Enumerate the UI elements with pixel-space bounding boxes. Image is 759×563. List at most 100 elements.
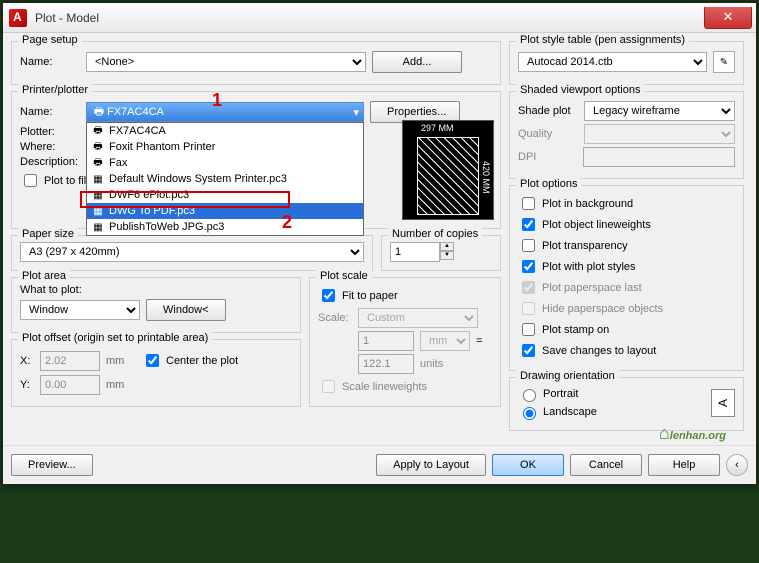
plot-to-file-checkbox[interactable]: [24, 174, 37, 187]
fit-to-paper-checkbox[interactable]: [322, 289, 335, 302]
plot-style-select[interactable]: Autocad 2014.ctb: [518, 52, 707, 72]
printer-title: Printer/plotter: [18, 84, 92, 96]
printer-icon: 🖶: [91, 139, 105, 156]
window-title: Plot - Model: [35, 11, 99, 25]
page-setup-name-select[interactable]: <None>: [86, 52, 366, 72]
dialog-footer: Preview... Apply to Layout OK Cancel Hel…: [3, 445, 756, 484]
portrait-radio[interactable]: [523, 389, 536, 402]
quality-select: [584, 124, 735, 144]
printer-selected: FX7AC4CA: [107, 106, 164, 118]
printer-name-label: Name:: [20, 106, 80, 118]
paper-size-select[interactable]: A3 (297 x 420mm): [20, 242, 364, 262]
printer-dropdown-list: 🖶FX7AC4CA 🖶Foxit Phantom Printer 🖶Fax ▦D…: [86, 122, 364, 236]
save-layout-checkbox[interactable]: [522, 344, 535, 357]
close-button[interactable]: ✕: [704, 7, 752, 29]
scale-num-input: [358, 331, 414, 351]
watermark: ⌂lenhan.org: [659, 423, 726, 444]
plot-lw-checkbox[interactable]: [522, 218, 535, 231]
orientation-icon: A: [711, 389, 735, 417]
titlebar: Plot - Model ✕: [3, 3, 756, 33]
plot-styles-checkbox[interactable]: [522, 260, 535, 273]
printer-icon: 🖶: [91, 155, 105, 172]
fit-to-paper-label: Fit to paper: [342, 290, 398, 302]
printer-option[interactable]: 🖶Foxit Phantom Printer: [87, 139, 363, 155]
plot-scale-title: Plot scale: [316, 270, 372, 282]
dpi-label: DPI: [518, 151, 577, 163]
printer-icon: 🖶: [91, 123, 105, 140]
copies-down[interactable]: ▼: [440, 251, 454, 260]
shaded-viewport-group: Shaded viewport options Shade plotLegacy…: [509, 91, 744, 179]
plot-style-title: Plot style table (pen assignments): [516, 34, 689, 46]
paper-preview: 297 MM 420 MM: [402, 120, 494, 220]
dialog-body: Page setup Name: <None> Add... Printer/p…: [3, 33, 756, 445]
offset-y-input: [40, 375, 100, 395]
paper-size-group: Paper size A3 (297 x 420mm): [11, 235, 373, 271]
paper-size-title: Paper size: [18, 228, 78, 240]
shade-plot-select[interactable]: Legacy wireframe: [584, 101, 735, 121]
printer-name-dropdown[interactable]: 🖶 FX7AC4CA ▾ 🖶FX7AC4CA 🖶Foxit Phantom Pr…: [86, 102, 364, 122]
orientation-title: Drawing orientation: [516, 370, 619, 382]
add-page-setup-button[interactable]: Add...: [372, 51, 462, 73]
printer-option[interactable]: ▦PublishToWeb JPG.pc3: [87, 219, 363, 235]
scale-lineweights-label: Scale lineweights: [342, 381, 427, 393]
preview-button[interactable]: Preview...: [11, 454, 93, 476]
plot-offset-group: Plot offset (origin set to printable are…: [11, 339, 301, 407]
plotter-icon: ▦: [91, 190, 105, 201]
annotation-2: 2: [282, 212, 292, 233]
preview-width-label: 297 MM: [421, 123, 454, 133]
plotter-icon: ▦: [91, 206, 105, 217]
plot-area-title: Plot area: [18, 270, 70, 282]
house-icon: ⌂: [659, 423, 670, 443]
plotter-label: Plotter:: [20, 126, 80, 138]
expand-arrow-button[interactable]: ‹: [726, 454, 748, 476]
dpi-input: [583, 147, 735, 167]
y-label: Y:: [20, 379, 34, 391]
quality-label: Quality: [518, 128, 578, 140]
what-to-plot-select[interactable]: Window: [20, 300, 140, 320]
plot-dialog: Plot - Model ✕ Page setup Name: <None> A…: [2, 2, 757, 485]
scale-select: Custom: [358, 308, 478, 328]
edit-style-button[interactable]: ✎: [713, 51, 735, 73]
printer-option[interactable]: 🖶FX7AC4CA: [87, 123, 363, 139]
help-button[interactable]: Help: [648, 454, 720, 476]
where-label: Where:: [20, 141, 80, 153]
window-pick-button[interactable]: Window<: [146, 299, 226, 321]
plot-scale-group: Plot scale Fit to paper Scale: Custom mm…: [309, 277, 501, 407]
plot-bg-checkbox[interactable]: [522, 197, 535, 210]
annotation-1: 1: [212, 90, 222, 111]
plot-offset-title: Plot offset (origin set to printable are…: [18, 332, 212, 344]
scale-den-input: [358, 354, 414, 374]
plot-trans-checkbox[interactable]: [522, 239, 535, 252]
landscape-radio[interactable]: [523, 407, 536, 420]
scale-label: Scale:: [318, 312, 352, 324]
copies-input[interactable]: [390, 242, 440, 262]
center-plot-checkbox[interactable]: [146, 354, 159, 367]
description-label: Description:: [20, 156, 80, 168]
plotter-icon: ▦: [91, 222, 105, 233]
ok-button[interactable]: OK: [492, 454, 564, 476]
x-unit: mm: [106, 355, 136, 367]
x-label: X:: [20, 355, 34, 367]
equals-label: =: [476, 335, 482, 347]
plot-stamp-checkbox[interactable]: [522, 323, 535, 336]
shaded-title: Shaded viewport options: [516, 84, 644, 96]
printer-option-highlighted[interactable]: ▦DWG To PDF.pc3: [87, 203, 363, 219]
printer-option[interactable]: ▦Default Windows System Printer.pc3: [87, 171, 363, 187]
chevron-down-icon: ▾: [353, 106, 359, 119]
printer-icon: 🖶: [91, 103, 107, 122]
offset-x-input: [40, 351, 100, 371]
units-label: units: [420, 358, 443, 370]
printer-option[interactable]: ▦DWF6 ePlot.pc3: [87, 187, 363, 203]
app-logo-icon: [9, 9, 27, 27]
cancel-button[interactable]: Cancel: [570, 454, 642, 476]
shade-plot-label: Shade plot: [518, 105, 578, 117]
apply-layout-button[interactable]: Apply to Layout: [376, 454, 486, 476]
plot-pspace-checkbox: [522, 281, 535, 294]
copies-up[interactable]: ▲: [440, 242, 454, 251]
y-unit: mm: [106, 379, 136, 391]
page-setup-name-label: Name:: [20, 56, 80, 68]
printer-option[interactable]: 🖶Fax: [87, 155, 363, 171]
hide-pspace-checkbox: [522, 302, 535, 315]
plot-options-title: Plot options: [516, 178, 581, 190]
preview-hatch: [417, 137, 479, 215]
